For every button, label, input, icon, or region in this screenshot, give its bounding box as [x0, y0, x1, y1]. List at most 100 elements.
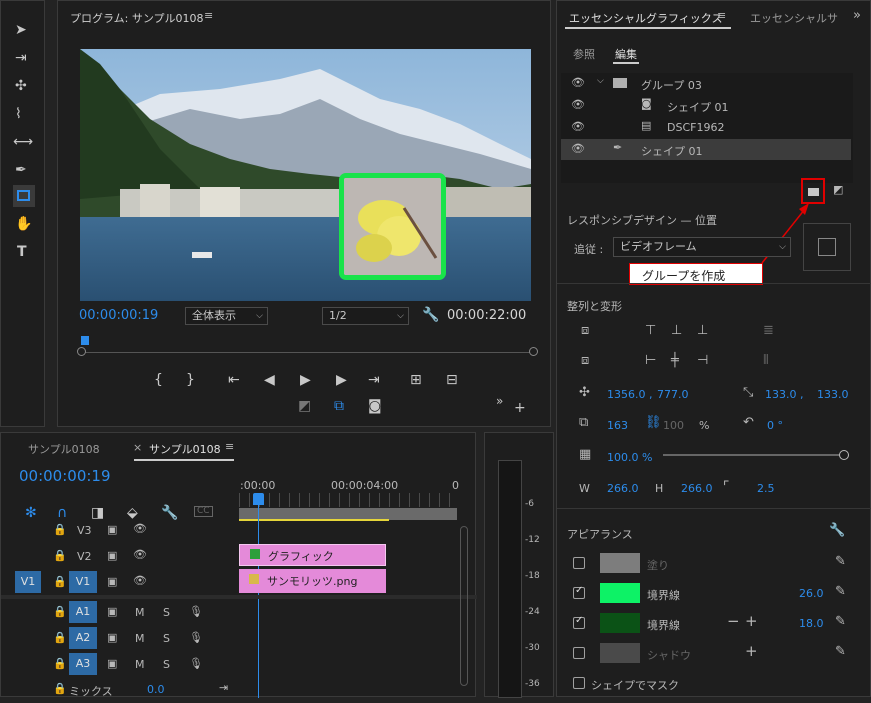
align-right-icon[interactable]: ⊣ — [697, 353, 708, 368]
pin-to-edges-widget[interactable] — [803, 223, 851, 271]
comparison-view-icon[interactable]: ◩ — [298, 399, 311, 413]
eyedropper-icon[interactable]: ✎ — [835, 584, 846, 599]
lock-icon[interactable]: 🔒 — [53, 631, 67, 644]
opacity-value[interactable]: 100.0 % — [607, 451, 652, 464]
chevron-down-icon[interactable]: ⌵ — [597, 76, 604, 86]
program-current-time[interactable]: 00:00:00:19 — [79, 308, 158, 323]
lock-icon[interactable]: 🔒 — [53, 523, 67, 536]
eye-icon[interactable]: 👁 — [133, 574, 147, 587]
fit-select[interactable]: 全体表示 ⌵ — [185, 307, 268, 325]
clip-png[interactable]: サンモリッツ.png — [239, 569, 386, 593]
program-monitor-title[interactable]: プログラム: サンプル0108 — [70, 10, 204, 26]
timeline-menu-icon[interactable]: ≡ — [225, 440, 234, 453]
track-target-v1[interactable]: V1 — [69, 571, 97, 593]
stroke1-width[interactable]: 26.0 — [799, 587, 824, 600]
tab-essential-graphics[interactable]: エッセンシャルグラフィックス — [569, 10, 722, 26]
add-button-icon[interactable]: + — [514, 401, 526, 415]
track-target-a1[interactable]: A1 — [69, 601, 97, 623]
new-layer-icon[interactable]: ◩ — [833, 183, 843, 196]
subtab-browse[interactable]: 参照 — [573, 46, 595, 62]
scale-value[interactable]: 163 — [607, 419, 628, 432]
subtab-edit[interactable]: 編集 — [615, 46, 637, 62]
hand-tool-icon[interactable]: ✋ — [15, 217, 32, 231]
panel-menu-icon[interactable]: ≡ — [204, 9, 213, 22]
position-x[interactable]: 1356.0 , — [607, 388, 652, 401]
follow-select[interactable]: ビデオフレーム ⌵ — [613, 237, 791, 257]
tab-sequence-active[interactable]: サンプル0108 — [149, 441, 221, 457]
align-to-frame-icon[interactable]: ⧈ — [581, 353, 589, 368]
go-to-in-icon[interactable]: ⇤ — [228, 373, 240, 387]
step-back-icon[interactable]: ◀ — [264, 373, 275, 387]
selection-tool-icon[interactable]: ➤ — [15, 23, 27, 37]
type-tool-icon[interactable]: T — [17, 245, 27, 259]
solo-button[interactable]: S — [163, 658, 170, 671]
eye-icon[interactable]: 👁 — [571, 76, 585, 89]
play-icon[interactable]: ▶ — [300, 373, 311, 387]
pen-tool-icon[interactable]: ✒ — [15, 163, 27, 177]
layer-shape-01-nested[interactable]: 👁 ◙ シェイプ 01 — [561, 95, 851, 116]
eye-icon[interactable]: 👁 — [133, 548, 147, 561]
eyedropper-icon[interactable]: ✎ — [835, 614, 846, 629]
stroke2-swatch[interactable] — [600, 613, 640, 633]
overflow-icon[interactable]: » — [496, 395, 503, 407]
sync-icon[interactable]: ▣ — [107, 575, 117, 588]
tab-close-icon[interactable]: × — [133, 441, 142, 454]
extract-icon[interactable]: ⊟ — [446, 373, 458, 387]
eye-icon[interactable]: 👁 — [571, 142, 585, 155]
lock-icon[interactable]: 🔒 — [53, 549, 67, 562]
program-playhead-icon[interactable] — [81, 336, 89, 345]
source-patch-v1[interactable]: V1 — [15, 571, 41, 593]
eyedropper-icon[interactable]: ✎ — [835, 644, 846, 659]
align-left-icon[interactable]: ⊢ — [645, 353, 656, 368]
lock-icon[interactable]: 🔒 — [53, 682, 67, 695]
sync-icon[interactable]: ▣ — [107, 631, 117, 644]
stroke1-checkbox[interactable]: ✓ — [573, 585, 585, 599]
stroke1-swatch[interactable] — [600, 583, 640, 603]
anchor-x[interactable]: 133.0 , — [765, 388, 803, 401]
multicam-icon[interactable]: ⧉ — [334, 399, 344, 413]
lift-icon[interactable]: ⊞ — [410, 373, 422, 387]
microphone-icon[interactable]: 🎙 — [189, 657, 203, 670]
timeline-current-time[interactable]: 00:00:00:19 — [19, 467, 111, 485]
captions-icon[interactable]: CC — [194, 506, 213, 517]
ripple-edit-tool-icon[interactable]: ✣ — [15, 79, 27, 93]
time-ruler[interactable] — [239, 493, 457, 507]
layer-shape-01[interactable]: 👁 ✒ シェイプ 01 — [561, 139, 851, 160]
solo-button[interactable]: S — [163, 606, 170, 619]
distribute-vertical-icon[interactable]: ⦀ — [763, 353, 769, 368]
shadow-swatch[interactable] — [600, 643, 640, 663]
mix-value[interactable]: 0.0 — [147, 683, 165, 696]
height-value[interactable]: 266.0 — [681, 482, 713, 495]
remove-stroke-icon[interactable]: − — [727, 612, 740, 630]
add-shadow-icon[interactable]: + — [745, 642, 758, 660]
lock-icon[interactable]: 🔒 — [53, 575, 67, 588]
flower-shape-graphic[interactable] — [339, 173, 446, 280]
sync-icon[interactable]: ▣ — [107, 549, 117, 562]
eye-icon[interactable]: 👁 — [571, 120, 585, 133]
eye-icon[interactable]: 👁 — [571, 98, 585, 111]
layer-dscf1962[interactable]: 👁 ▤ DSCF1962 — [561, 117, 851, 138]
fill-checkbox[interactable] — [573, 557, 585, 569]
shadow-checkbox[interactable] — [573, 647, 585, 659]
microphone-icon[interactable]: 🎙 — [189, 605, 203, 618]
align-vertical-center-icon[interactable]: ⊥ — [671, 323, 682, 338]
eg-menu-icon[interactable]: ≡ — [717, 9, 726, 22]
video-frame[interactable] — [80, 49, 531, 301]
scale-lock-icon[interactable]: ⛓ — [645, 415, 662, 430]
tab-sequence-inactive[interactable]: サンプル0108 — [28, 441, 100, 457]
mask-checkbox[interactable] — [573, 677, 585, 689]
lock-icon[interactable]: 🔒 — [53, 657, 67, 670]
timeline-scrollbar[interactable] — [460, 526, 468, 686]
align-horizontal-center-icon[interactable]: ╪ — [671, 353, 679, 368]
sync-icon[interactable]: ▣ — [107, 523, 117, 536]
stroke2-width[interactable]: 18.0 — [799, 617, 824, 630]
mute-button[interactable]: M — [135, 606, 145, 619]
mark-out-icon[interactable]: } — [186, 373, 195, 387]
tab-essential-sound[interactable]: エッセンシャルサ — [750, 10, 838, 26]
microphone-icon[interactable]: 🎙 — [189, 631, 203, 644]
playhead-scrub-bar[interactable] — [77, 346, 538, 358]
wrench-icon[interactable]: 🔧 — [422, 308, 439, 322]
rotation-value[interactable]: 0 ° — [767, 419, 783, 432]
anchor-y[interactable]: 133.0 — [817, 388, 849, 401]
mark-in-icon[interactable]: { — [154, 373, 163, 387]
